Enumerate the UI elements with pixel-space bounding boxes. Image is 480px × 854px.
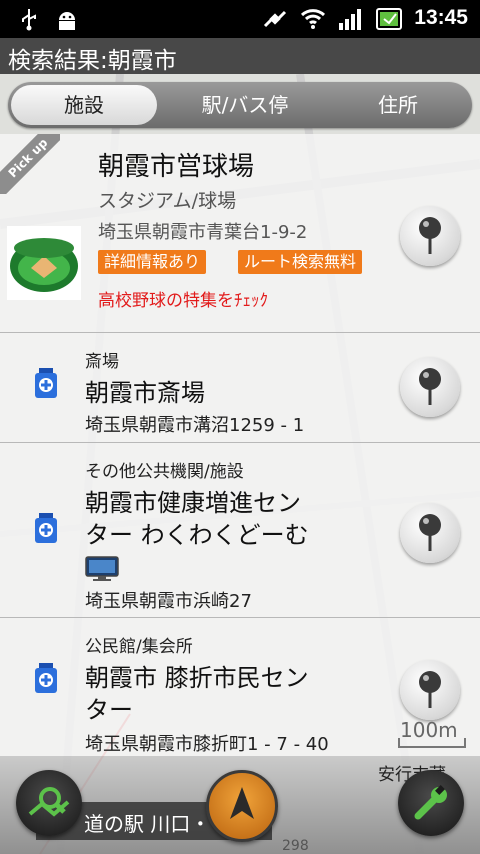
result-name-line1: 朝霞市健康増進セン [85,489,301,517]
show-on-map-button[interactable] [400,660,460,720]
tab-facility[interactable]: 施設 [11,85,157,125]
gps-icon [263,10,287,28]
navigate-button[interactable] [206,770,278,842]
result-address: 埼玉県朝霞市青葉台1-9-2 [98,222,308,243]
map-pin-icon [419,368,441,405]
map-pin-icon [419,217,441,254]
tab-station-bus-stop[interactable]: 駅/バス停 [170,82,320,128]
settings-tools-button[interactable] [398,770,464,836]
android-debug-icon [59,12,75,30]
list-item[interactable]: Pick up 朝霞市営球場 スタジアム/球場 埼玉県朝霞市青葉台1-9-2 詳… [0,134,480,333]
poi-marker-icon [34,663,58,693]
stadium-thumbnail [7,226,81,300]
status-bar: 13:45 [0,0,480,38]
tv-icon [85,556,119,581]
tab-address[interactable]: 住所 [324,82,472,128]
search-map-icon [28,787,70,817]
navigation-arrow-icon [230,787,254,819]
clock: 13:45 [414,6,468,29]
title-bar: 検索結果:朝霞市 [0,38,480,74]
road-number: 298 [282,838,309,854]
show-on-map-button[interactable] [400,357,460,417]
result-category: スタジアム/球場 [98,190,237,212]
map-scale: 100m [396,718,468,748]
battery-icon [376,8,402,30]
page-title: 検索結果:朝霞市 [8,48,177,74]
result-name-line2: ター [85,696,133,724]
pickup-ribbon: Pick up [0,134,60,194]
result-address: 埼玉県朝霞市溝沼1259 - 1 [85,415,305,436]
map-pin-icon [419,671,441,708]
bottom-bar: 安行吉蔵 道の駅 川口・ 298 [0,756,480,854]
badge-details: 詳細情報あり [98,250,207,274]
results-list: Pick up 朝霞市営球場 スタジアム/球場 埼玉県朝霞市青葉台1-9-2 詳… [0,134,480,756]
usb-icon [22,9,36,31]
result-address: 埼玉県朝霞市膝折町1 - 7 - 40 [85,734,329,755]
result-name: 朝霞市営球場 [98,152,255,182]
map-scale-bar [398,738,466,748]
show-on-map-button[interactable] [400,503,460,563]
badge-route-search: ルート検索無料 [238,250,363,274]
wrench-icon [414,785,447,820]
result-category: 公民館/集会所 [85,637,193,657]
poi-marker-icon [34,368,58,398]
result-address: 埼玉県朝霞市浜崎27 [85,591,252,612]
show-on-map-button[interactable] [400,206,460,266]
list-item[interactable]: その他公共機関/施設 朝霞市健康増進セン ター わくわくどーむ 埼玉県朝霞市浜崎… [0,443,480,618]
list-item[interactable]: 斎場 朝霞市斎場 埼玉県朝霞市溝沼1259 - 1 [0,333,480,443]
pickup-label: Pick up [0,134,60,194]
result-category: 斎場 [85,352,119,372]
map-pin-icon [419,514,441,551]
result-name: 朝霞市斎場 [85,379,205,407]
result-name-line1: 朝霞市 膝折市民セン [85,664,309,692]
signal-icon [339,9,361,30]
wifi-icon [300,9,326,29]
current-place-name: 道の駅 川口・ [84,812,211,836]
promo-link[interactable]: 高校野球の特集をﾁｪｯｸ [98,286,268,311]
result-name-line2: ター わくわくどーむ [85,521,309,549]
search-type-tabs: 施設 駅/バス停 住所 [8,82,472,128]
result-category: その他公共機関/施設 [85,462,244,482]
poi-marker-icon [34,513,58,543]
search-nearby-button[interactable] [16,770,82,836]
